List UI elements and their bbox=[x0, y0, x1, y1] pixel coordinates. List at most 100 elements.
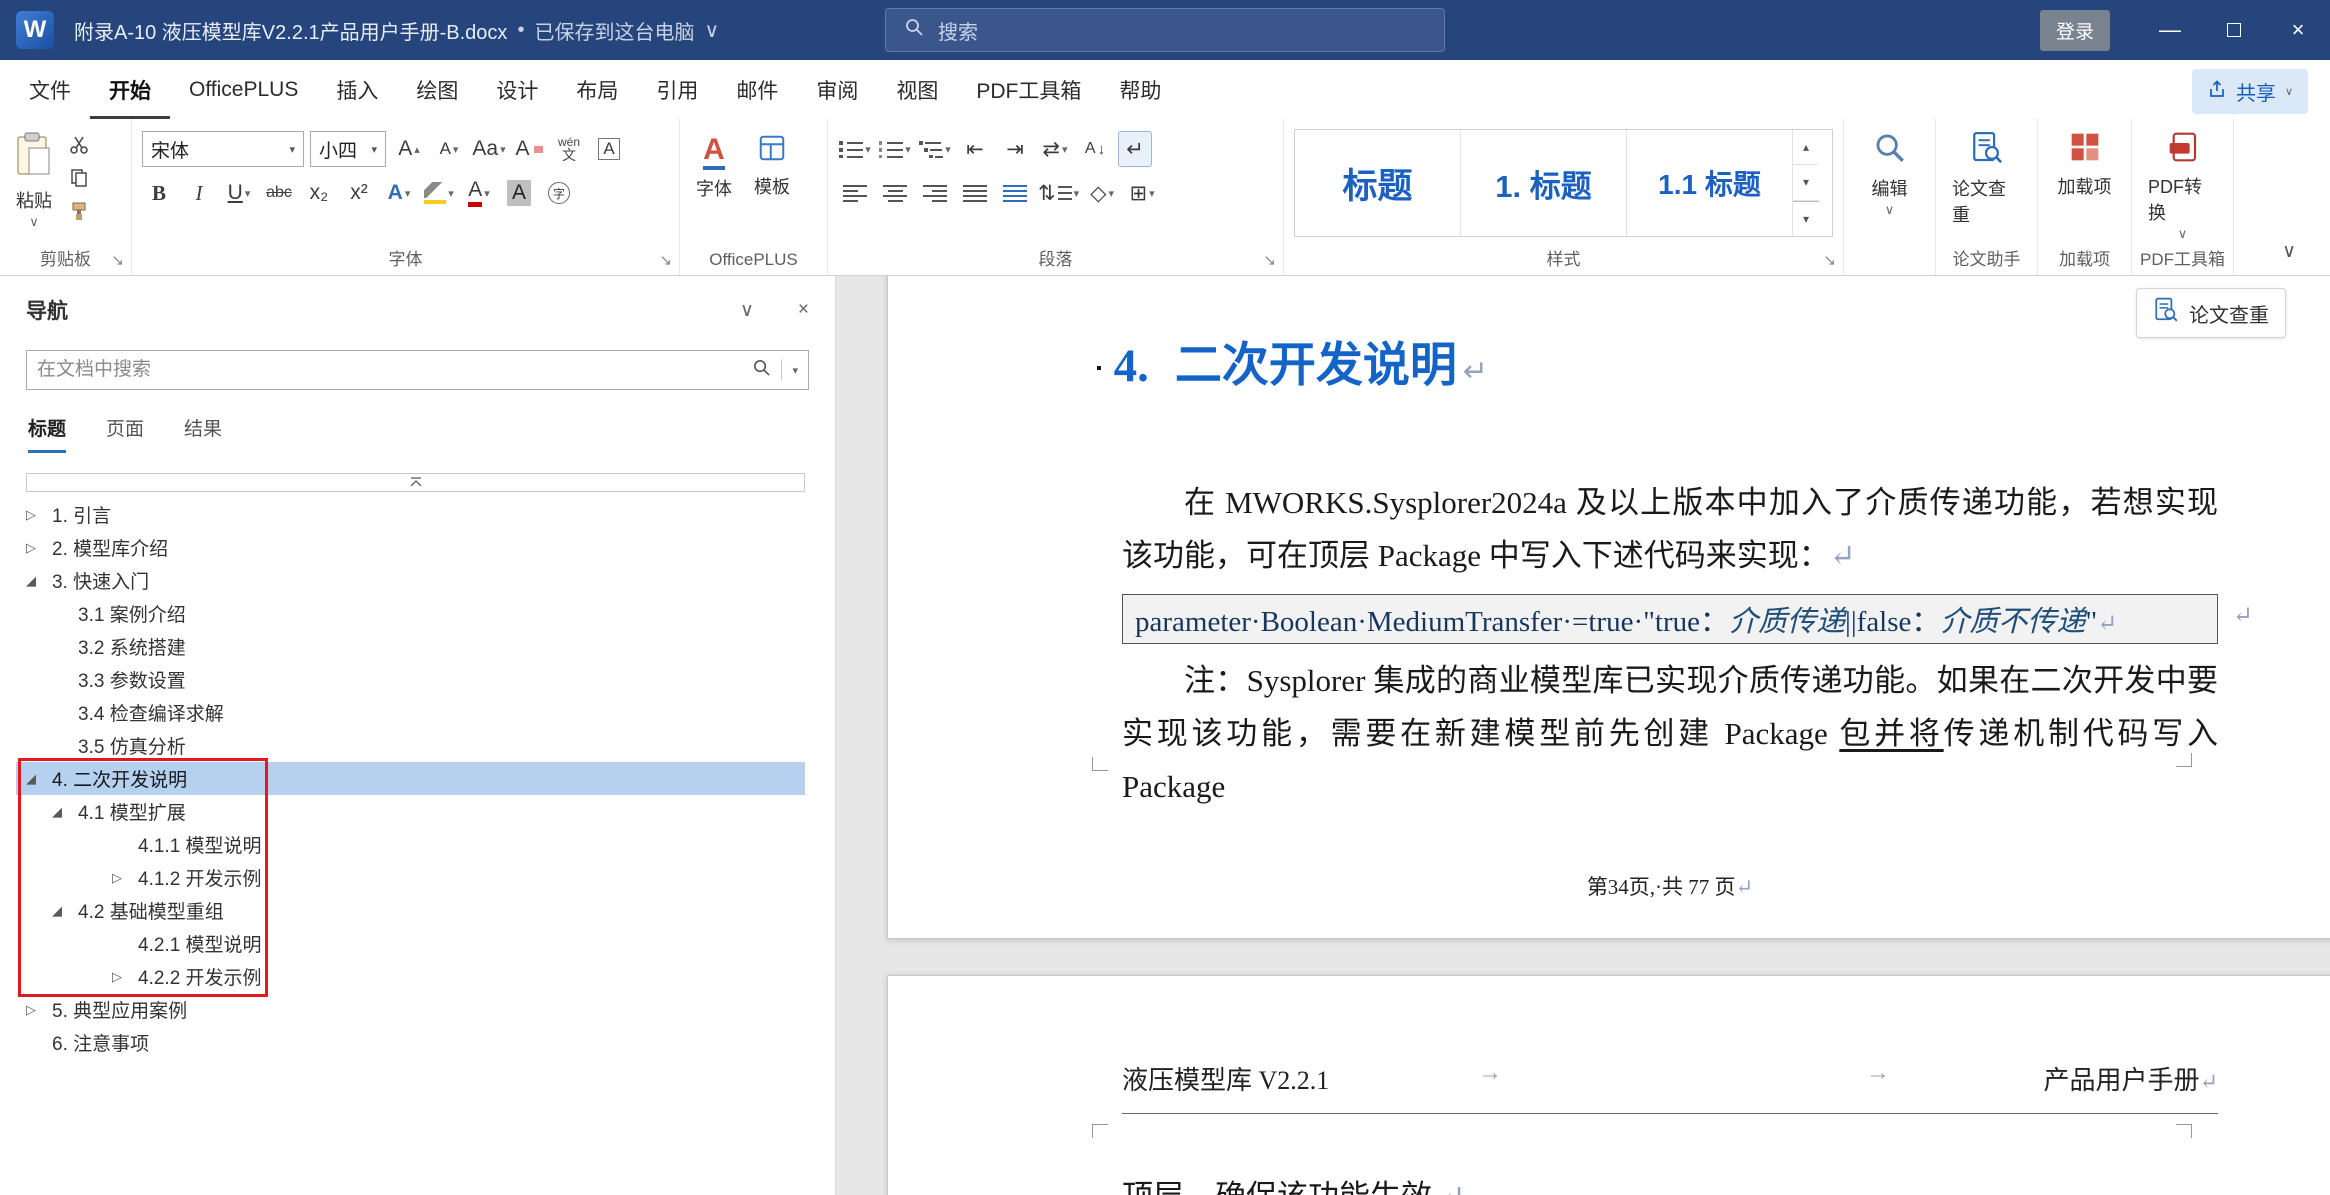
distributed-button[interactable] bbox=[998, 175, 1032, 211]
nav-tab-headings[interactable]: 标题 bbox=[28, 414, 66, 453]
enclose-character-button[interactable]: 字 bbox=[542, 175, 576, 211]
expand-arrow-icon[interactable]: ◢ bbox=[52, 804, 78, 820]
collapse-arrow-icon[interactable]: ▷ bbox=[26, 1002, 52, 1018]
nav-item-1[interactable]: ▷1. 引言 bbox=[16, 498, 805, 531]
character-shading-button[interactable]: A bbox=[502, 175, 536, 211]
nav-item-3-2[interactable]: 3.2 系统搭建 bbox=[16, 630, 805, 663]
strikethrough-button[interactable]: abc bbox=[262, 175, 296, 211]
tab-file[interactable]: 文件 bbox=[10, 60, 90, 119]
styles-more-button[interactable]: ▾ bbox=[1793, 201, 1819, 236]
minimize-button[interactable]: — bbox=[2138, 0, 2202, 60]
tab-view[interactable]: 视图 bbox=[877, 60, 957, 119]
font-color-button[interactable]: A▾ bbox=[462, 175, 496, 211]
clipboard-dialog-launcher[interactable]: ↘ bbox=[111, 251, 124, 269]
tab-insert[interactable]: 插入 bbox=[317, 60, 397, 119]
underline-button[interactable]: U▾ bbox=[222, 175, 256, 211]
nav-item-3-5[interactable]: 3.5 仿真分析 bbox=[16, 729, 805, 762]
nav-close-icon[interactable]: × bbox=[798, 299, 809, 322]
align-right-button[interactable] bbox=[918, 175, 952, 211]
login-button[interactable]: 登录 bbox=[2040, 10, 2110, 51]
close-button[interactable]: × bbox=[2266, 0, 2330, 60]
format-painter-button[interactable] bbox=[64, 197, 94, 225]
bold-button[interactable]: B bbox=[142, 175, 176, 211]
change-case-button[interactable]: Aa▾ bbox=[472, 131, 506, 167]
officeplus-template-button[interactable]: 模板 bbox=[748, 129, 796, 205]
expand-arrow-icon[interactable]: ◢ bbox=[26, 573, 52, 589]
nav-item-3-4[interactable]: 3.4 检查编译求解 bbox=[16, 696, 805, 729]
tab-pdf-toolbox[interactable]: PDF工具箱 bbox=[957, 60, 1100, 119]
paste-button[interactable]: 粘贴 ∨ bbox=[10, 127, 58, 230]
tab-review[interactable]: 审阅 bbox=[797, 60, 877, 119]
word-app-icon[interactable]: W bbox=[16, 11, 54, 49]
align-left-button[interactable] bbox=[838, 175, 872, 211]
line-spacing-button[interactable]: ⇅▾ bbox=[1038, 175, 1079, 211]
tab-design[interactable]: 设计 bbox=[477, 60, 557, 119]
nav-item-3-3[interactable]: 3.3 参数设置 bbox=[16, 663, 805, 696]
bullet-list-button[interactable]: ▾ bbox=[838, 131, 872, 167]
nav-item-4-1[interactable]: ◢4.1 模型扩展 bbox=[16, 795, 805, 828]
nav-item-4-1-2[interactable]: ▷4.1.2 开发示例 bbox=[16, 861, 805, 894]
nav-item-5[interactable]: ▷5. 典型应用案例 bbox=[16, 993, 805, 1026]
nav-search-chevron-icon[interactable]: ▾ bbox=[792, 364, 798, 377]
increase-indent-button[interactable]: ⇥ bbox=[998, 131, 1032, 167]
document-title[interactable]: 附录A-10 液压模型库V2.2.1产品用户手册-B.docx • 已保存到这台… bbox=[74, 16, 719, 45]
style-heading-1[interactable]: 1. 标题 bbox=[1461, 130, 1627, 236]
shrink-font-button[interactable]: A▾ bbox=[432, 131, 466, 167]
search-box[interactable]: 搜索 bbox=[885, 8, 1445, 52]
edit-button[interactable]: 编辑 ∨ bbox=[1854, 127, 1925, 218]
font-size-combo[interactable]: 小四 ▾ bbox=[310, 131, 386, 167]
justify-button[interactable] bbox=[958, 175, 992, 211]
pdf-convert-button[interactable]: PDF转换 ∨ bbox=[2142, 127, 2223, 242]
officeplus-font-button[interactable]: A 字体 bbox=[690, 129, 738, 205]
sort-button[interactable]: A↓ bbox=[1078, 131, 1112, 167]
nav-item-3[interactable]: ◢3. 快速入门 bbox=[16, 564, 805, 597]
tab-mailings[interactable]: 邮件 bbox=[717, 60, 797, 119]
character-border-button[interactable]: A bbox=[592, 131, 626, 167]
addins-button[interactable]: 加载项 bbox=[2048, 127, 2121, 203]
collapse-ribbon-button[interactable]: ∨ bbox=[2282, 240, 2296, 263]
font-name-combo[interactable]: 宋体 ▾ bbox=[142, 131, 304, 167]
nav-item-4-2[interactable]: ◢4.2 基础模型重组 bbox=[16, 894, 805, 927]
nav-search-icon[interactable] bbox=[752, 358, 771, 382]
styles-scroll-up-button[interactable]: ▴ bbox=[1793, 130, 1819, 165]
tab-officeplus[interactable]: OfficePLUS bbox=[170, 60, 317, 119]
superscript-button[interactable]: x² bbox=[342, 175, 376, 211]
nav-tab-pages[interactable]: 页面 bbox=[106, 414, 144, 453]
cut-button[interactable] bbox=[64, 131, 94, 159]
style-heading-1-1[interactable]: 1.1 标题 bbox=[1627, 130, 1793, 236]
styles-dialog-launcher[interactable]: ↘ bbox=[1823, 251, 1836, 269]
style-heading[interactable]: 标题 bbox=[1295, 130, 1461, 236]
expand-arrow-icon[interactable]: ◢ bbox=[52, 903, 78, 919]
paragraph-dialog-launcher[interactable]: ↘ bbox=[1263, 251, 1276, 269]
clear-format-button[interactable]: A bbox=[512, 131, 546, 167]
grow-font-button[interactable]: A▴ bbox=[392, 131, 426, 167]
subscript-button[interactable]: x₂ bbox=[302, 175, 336, 211]
nav-item-6[interactable]: 6. 注意事项 bbox=[16, 1026, 805, 1059]
nav-item-4-2-1[interactable]: 4.2.1 模型说明 bbox=[16, 927, 805, 960]
borders-button[interactable]: ⊞▾ bbox=[1125, 175, 1159, 211]
paper-check-button[interactable]: 论文查重 bbox=[1946, 127, 2027, 231]
italic-button[interactable]: I bbox=[182, 175, 216, 211]
collapse-arrow-icon[interactable]: ▷ bbox=[26, 540, 52, 556]
collapse-arrow-icon[interactable]: ▷ bbox=[112, 870, 138, 886]
show-marks-button[interactable]: ↵ bbox=[1118, 131, 1152, 167]
shading-button[interactable]: ◇▾ bbox=[1085, 175, 1119, 211]
share-button[interactable]: 共享 ∨ bbox=[2192, 69, 2308, 114]
styles-scroll-down-button[interactable]: ▾ bbox=[1793, 165, 1819, 200]
asian-layout-button[interactable]: ⇄▾ bbox=[1038, 131, 1072, 167]
nav-tab-results[interactable]: 结果 bbox=[184, 414, 222, 453]
document-page-2[interactable]: 液压模型库 V2.2.1 → → 产品用户手册 ↵ 顶层，确保该功能生效 ↵ bbox=[887, 975, 2330, 1195]
font-dialog-launcher[interactable]: ↘ bbox=[659, 251, 672, 269]
title-chevron-icon[interactable]: ∨ bbox=[704, 18, 719, 43]
tab-draw[interactable]: 绘图 bbox=[397, 60, 477, 119]
expand-arrow-icon[interactable]: ◢ bbox=[26, 771, 52, 787]
tab-help[interactable]: 帮助 bbox=[1100, 60, 1180, 119]
maximize-button[interactable] bbox=[2202, 0, 2266, 60]
nav-search-box[interactable]: ▾ bbox=[26, 350, 809, 390]
multilevel-list-button[interactable]: ▾ bbox=[918, 131, 952, 167]
document-page-1[interactable]: ▪ 4. 二次开发说明 ↵ 在 MWORKS.Sysplorer2024a 及以… bbox=[887, 276, 2330, 939]
nav-item-4-1-1[interactable]: 4.1.1 模型说明 bbox=[16, 828, 805, 861]
nav-search-input[interactable] bbox=[37, 359, 742, 381]
collapse-arrow-icon[interactable]: ▷ bbox=[26, 507, 52, 523]
align-center-button[interactable] bbox=[878, 175, 912, 211]
